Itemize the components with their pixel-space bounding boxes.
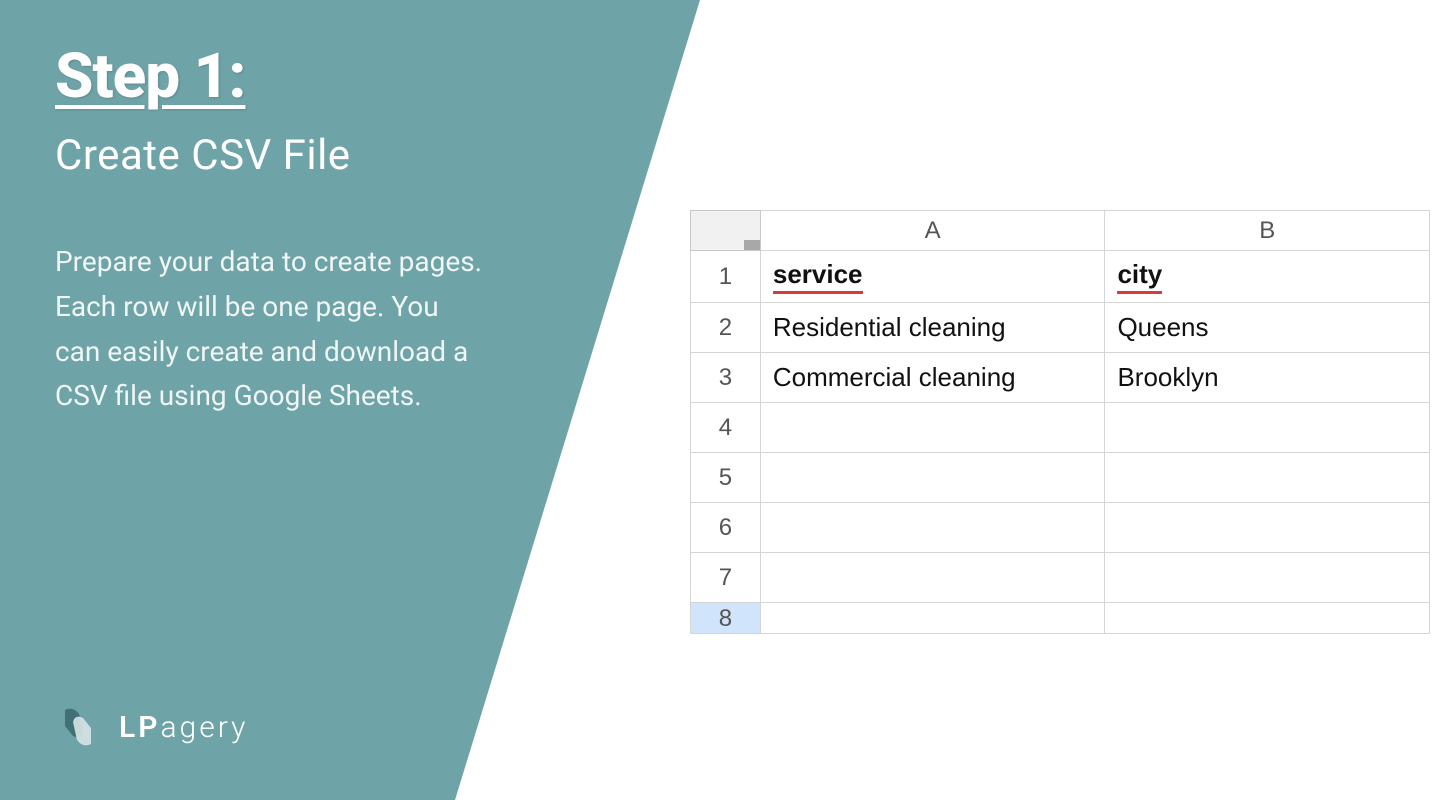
instruction-panel: Step 1: Create CSV File Prepare your dat… <box>0 0 700 800</box>
cell-a2[interactable]: Residential cleaning <box>760 303 1105 353</box>
select-all-cell[interactable] <box>691 211 761 251</box>
cell-b2[interactable]: Queens <box>1105 303 1430 353</box>
table-row: 1 service city <box>691 251 1430 303</box>
table-row: 8 <box>691 603 1430 634</box>
table-row: 2 Residential cleaning Queens <box>691 303 1430 353</box>
table-row: 7 <box>691 553 1430 603</box>
cell-b8[interactable] <box>1105 603 1430 634</box>
cell-b5[interactable] <box>1105 453 1430 503</box>
spreadsheet: A B 1 service city 2 Residential cleanin… <box>690 210 1430 634</box>
row-header-4[interactable]: 4 <box>691 403 761 453</box>
cell-a4[interactable] <box>760 403 1105 453</box>
cell-a5[interactable] <box>760 453 1105 503</box>
row-header-1[interactable]: 1 <box>691 251 761 303</box>
column-header-a[interactable]: A <box>760 211 1105 251</box>
row-header-7[interactable]: 7 <box>691 553 761 603</box>
brand-logo-icon <box>55 704 101 750</box>
cell-a7[interactable] <box>760 553 1105 603</box>
brand: LPagery <box>55 704 248 750</box>
step-subtitle: Create CSV File <box>55 131 645 180</box>
row-header-8[interactable]: 8 <box>691 603 761 634</box>
table-row: 3 Commercial cleaning Brooklyn <box>691 353 1430 403</box>
step-heading: Step 1: <box>55 40 645 113</box>
cell-a1[interactable]: service <box>760 251 1105 303</box>
row-header-3[interactable]: 3 <box>691 353 761 403</box>
brand-name: LPagery <box>119 710 248 745</box>
row-header-6[interactable]: 6 <box>691 503 761 553</box>
column-header-row: A B <box>691 211 1430 251</box>
table-row: 4 <box>691 403 1430 453</box>
cell-b1[interactable]: city <box>1105 251 1430 303</box>
cell-b3[interactable]: Brooklyn <box>1105 353 1430 403</box>
row-header-2[interactable]: 2 <box>691 303 761 353</box>
cell-b4[interactable] <box>1105 403 1430 453</box>
cell-a6[interactable] <box>760 503 1105 553</box>
table-row: 5 <box>691 453 1430 503</box>
cell-a8[interactable] <box>760 603 1105 634</box>
table-row: 6 <box>691 503 1430 553</box>
cell-b6[interactable] <box>1105 503 1430 553</box>
cell-a3[interactable]: Commercial cleaning <box>760 353 1105 403</box>
cell-b7[interactable] <box>1105 553 1430 603</box>
row-header-5[interactable]: 5 <box>691 453 761 503</box>
step-description: Prepare your data to create pages. Each … <box>55 240 485 419</box>
column-header-b[interactable]: B <box>1105 211 1430 251</box>
